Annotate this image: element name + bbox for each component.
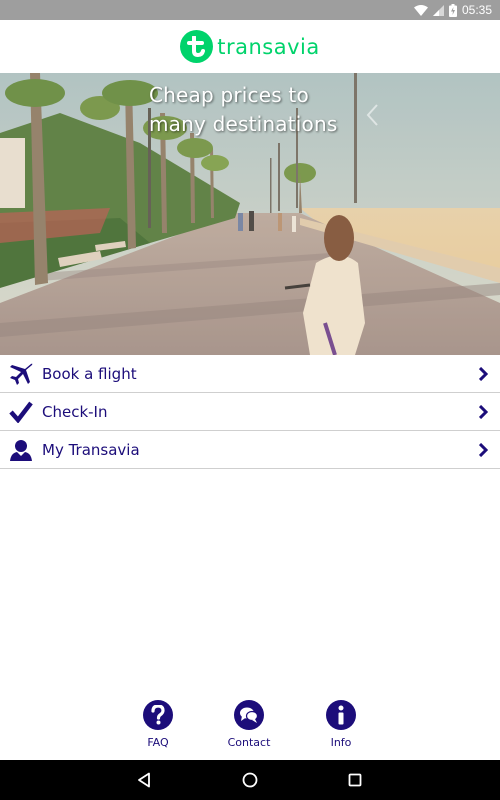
logo-mark-icon (180, 30, 214, 63)
hero-headline-line1: Cheap prices to (149, 83, 309, 107)
status-bar: 05:35 (0, 0, 500, 20)
main-menu: Book a flight Check-In My Transavia (0, 355, 500, 469)
info-button[interactable]: Info (306, 700, 376, 749)
menu-item-check-in[interactable]: Check-In (0, 393, 500, 431)
wifi-icon (413, 4, 428, 16)
faq-button[interactable]: FAQ (123, 700, 193, 749)
app-header: transavia (0, 20, 500, 73)
carousel-prev-icon[interactable] (365, 103, 379, 127)
hero-headline-line2: many destinations (149, 112, 338, 136)
hero-headline: Cheap prices to many destinations (149, 81, 338, 139)
menu-item-label: My Transavia (42, 440, 140, 459)
menu-item-label: Book a flight (42, 364, 137, 383)
chat-bubbles-icon (234, 700, 264, 730)
menu-item-label: Check-In (42, 402, 108, 421)
user-icon (0, 439, 42, 461)
checkmark-icon (0, 401, 42, 423)
chevron-right-icon (479, 443, 488, 457)
question-icon (143, 700, 173, 730)
info-icon (326, 700, 356, 730)
chevron-right-icon (479, 405, 488, 419)
chevron-right-icon (479, 367, 488, 381)
home-button[interactable] (240, 770, 260, 790)
info-label: Info (330, 736, 352, 749)
airplane-icon (0, 362, 42, 386)
transavia-logo[interactable]: transavia (180, 30, 320, 63)
menu-item-book-flight[interactable]: Book a flight (0, 355, 500, 393)
recents-icon (348, 773, 362, 787)
system-nav-bar (0, 760, 500, 800)
contact-button[interactable]: Contact (214, 700, 284, 749)
back-icon (138, 772, 150, 788)
battery-charging-icon (448, 3, 457, 17)
contact-label: Contact (227, 736, 271, 749)
home-icon (242, 772, 258, 788)
signal-icon (432, 4, 444, 16)
hero-banner[interactable]: Cheap prices to many destinations (0, 73, 500, 355)
brand-name: transavia (217, 34, 320, 59)
bottom-links: FAQ Contact Info (0, 700, 500, 756)
faq-label: FAQ (147, 736, 169, 749)
back-button[interactable] (134, 770, 154, 790)
status-icons: 05:35 (413, 2, 492, 18)
menu-item-my-transavia[interactable]: My Transavia (0, 431, 500, 469)
recents-button[interactable] (345, 770, 365, 790)
status-time: 05:35 (461, 3, 492, 17)
